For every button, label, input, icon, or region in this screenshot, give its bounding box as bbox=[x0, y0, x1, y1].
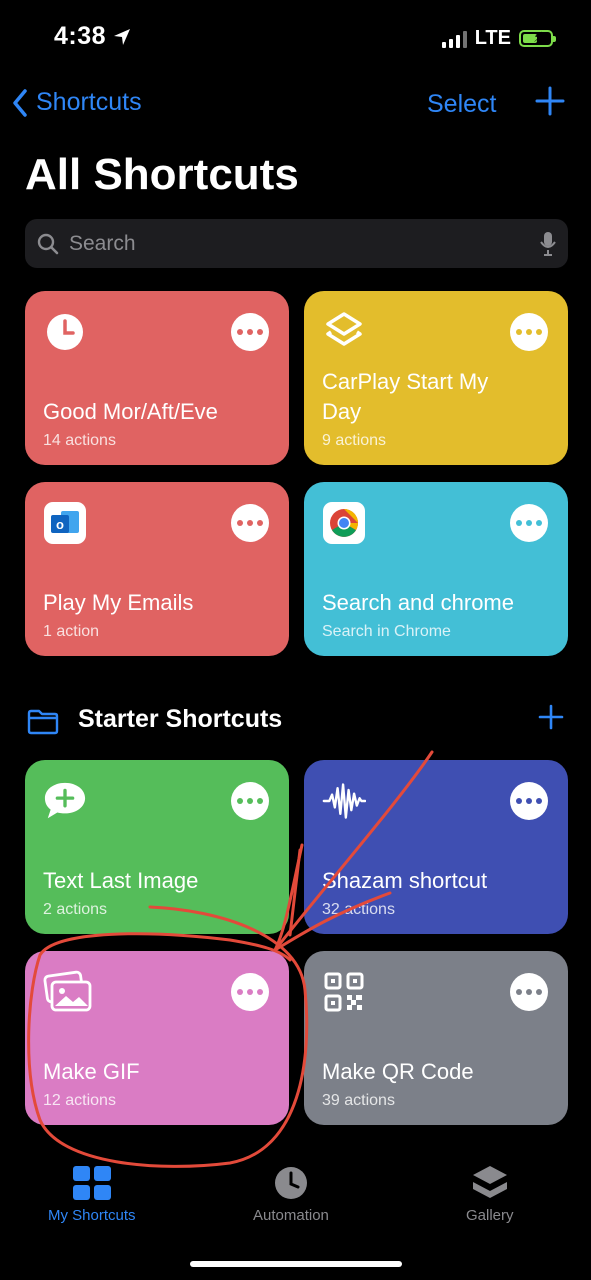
photos-icon bbox=[43, 970, 93, 1014]
time-label: 4:38 bbox=[54, 22, 107, 50]
page-title: All Shortcuts bbox=[25, 150, 299, 199]
shortcut-name: CarPlay Start My Day bbox=[322, 369, 489, 424]
shortcut-name: Search and chrome bbox=[322, 590, 514, 615]
tab-automation[interactable]: Automation bbox=[253, 1165, 329, 1224]
tab-label: Gallery bbox=[466, 1207, 514, 1224]
search-icon bbox=[37, 233, 59, 254]
shortcut-name: Make QR Code bbox=[322, 1059, 474, 1084]
plus-icon bbox=[538, 704, 564, 730]
shortcut-name: Play My Emails bbox=[43, 590, 194, 615]
qr-code-icon bbox=[322, 970, 366, 1014]
more-button[interactable] bbox=[231, 504, 269, 542]
waveform-icon bbox=[322, 779, 366, 823]
shortcut-actions-count: 39 actions bbox=[322, 1092, 395, 1109]
status-time: 4:38 bbox=[54, 22, 132, 51]
network-label: LTE bbox=[474, 27, 511, 49]
shortcut-actions-count: 2 actions bbox=[43, 901, 108, 918]
shortcut-card[interactable]: Shazam shortcut 32 actions bbox=[304, 760, 568, 934]
tab-my-shortcuts[interactable]: My Shortcuts bbox=[48, 1165, 136, 1224]
shortcut-actions-count: 9 actions bbox=[322, 432, 387, 449]
more-button[interactable] bbox=[510, 313, 548, 351]
back-label: Shortcuts bbox=[36, 88, 142, 116]
automation-clock-icon bbox=[274, 1167, 307, 1199]
search-input[interactable] bbox=[67, 230, 540, 257]
location-arrow-icon bbox=[114, 28, 131, 45]
add-shortcut-button[interactable] bbox=[534, 84, 566, 124]
more-button[interactable] bbox=[510, 504, 548, 542]
shortcut-name: Good Mor/Aft/Eve bbox=[43, 399, 218, 424]
outlook-icon: o bbox=[43, 501, 87, 545]
more-button[interactable] bbox=[510, 973, 548, 1011]
microphone-icon[interactable] bbox=[540, 231, 556, 257]
shortcut-card[interactable]: o Play My Emails 1 action bbox=[25, 482, 289, 656]
shortcut-actions-count: 14 actions bbox=[43, 432, 116, 449]
clock-icon bbox=[43, 310, 87, 354]
message-plus-icon bbox=[43, 779, 87, 823]
shortcut-card[interactable]: Text Last Image 2 actions bbox=[25, 760, 289, 934]
gallery-stack-icon bbox=[472, 1166, 507, 1198]
battery-charging-icon: ⚡ bbox=[519, 29, 556, 47]
search-bar[interactable] bbox=[25, 219, 568, 268]
folder-icon bbox=[27, 709, 59, 740]
add-to-folder-button[interactable] bbox=[538, 702, 564, 736]
tab-label: My Shortcuts bbox=[48, 1207, 136, 1224]
more-button[interactable] bbox=[231, 313, 269, 351]
grid-icon bbox=[72, 1166, 111, 1200]
shortcut-card[interactable]: CarPlay Start My Day 9 actions bbox=[304, 291, 568, 465]
plus-icon bbox=[535, 86, 565, 116]
shortcut-actions-count: 1 action bbox=[43, 623, 100, 640]
shortcut-card[interactable]: Make GIF 12 actions bbox=[25, 951, 289, 1125]
shortcut-card[interactable]: Make QR Code 39 actions bbox=[304, 951, 568, 1125]
more-button[interactable] bbox=[231, 782, 269, 820]
layers-icon bbox=[322, 310, 366, 354]
shortcut-actions-count: 32 actions bbox=[322, 901, 395, 918]
section-title: Starter Shortcuts bbox=[78, 705, 283, 733]
chevron-left-icon bbox=[13, 88, 27, 117]
more-button[interactable] bbox=[231, 973, 269, 1011]
back-button[interactable]: Shortcuts bbox=[12, 88, 142, 117]
shortcut-card[interactable]: Good Mor/Aft/Eve 14 actions bbox=[25, 291, 289, 465]
chrome-icon bbox=[322, 501, 366, 545]
select-button[interactable]: Select bbox=[427, 90, 496, 119]
tab-label: Automation bbox=[253, 1207, 329, 1224]
shortcut-actions-count: Search in Chrome bbox=[322, 623, 451, 640]
shortcut-name: Make GIF bbox=[43, 1059, 140, 1084]
home-indicator[interactable] bbox=[190, 1261, 402, 1267]
shortcut-name: Shazam shortcut bbox=[322, 868, 488, 893]
more-button[interactable] bbox=[510, 782, 548, 820]
status-indicators: LTE ⚡ bbox=[441, 27, 556, 50]
shortcut-card[interactable]: Search and chrome Search in Chrome bbox=[304, 482, 568, 656]
svg-text:o: o bbox=[56, 517, 64, 532]
shortcut-actions-count: 12 actions bbox=[43, 1092, 116, 1109]
signal-icon bbox=[441, 30, 467, 48]
shortcut-name: Text Last Image bbox=[43, 868, 199, 893]
tab-gallery[interactable]: Gallery bbox=[466, 1165, 514, 1224]
